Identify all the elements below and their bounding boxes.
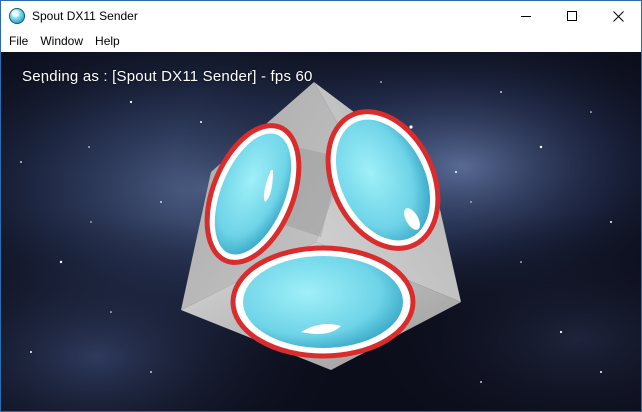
render-viewport[interactable]: Sending as : [Spout DX11 Sender] - fps 6… [1,52,641,411]
maximize-button[interactable] [549,1,595,31]
window-controls [503,1,641,31]
space-scene [1,52,641,411]
app-window: Spout DX11 Sender File Window Help Sendi… [0,0,642,412]
menu-file[interactable]: File [3,31,34,51]
close-button[interactable] [595,1,641,31]
minimize-button[interactable] [503,1,549,31]
sender-status-text: Sending as : [Spout DX11 Sender] - fps 6… [22,68,313,85]
menu-bar: File Window Help [1,31,641,51]
minimize-icon [521,16,531,17]
close-icon [612,10,624,22]
menu-help[interactable]: Help [89,31,126,51]
title-bar[interactable]: Spout DX11 Sender [1,1,641,31]
spout-ball-icon [9,8,25,24]
menu-window[interactable]: Window [34,31,89,51]
maximize-icon [567,11,577,21]
window-title: Spout DX11 Sender [32,9,138,23]
